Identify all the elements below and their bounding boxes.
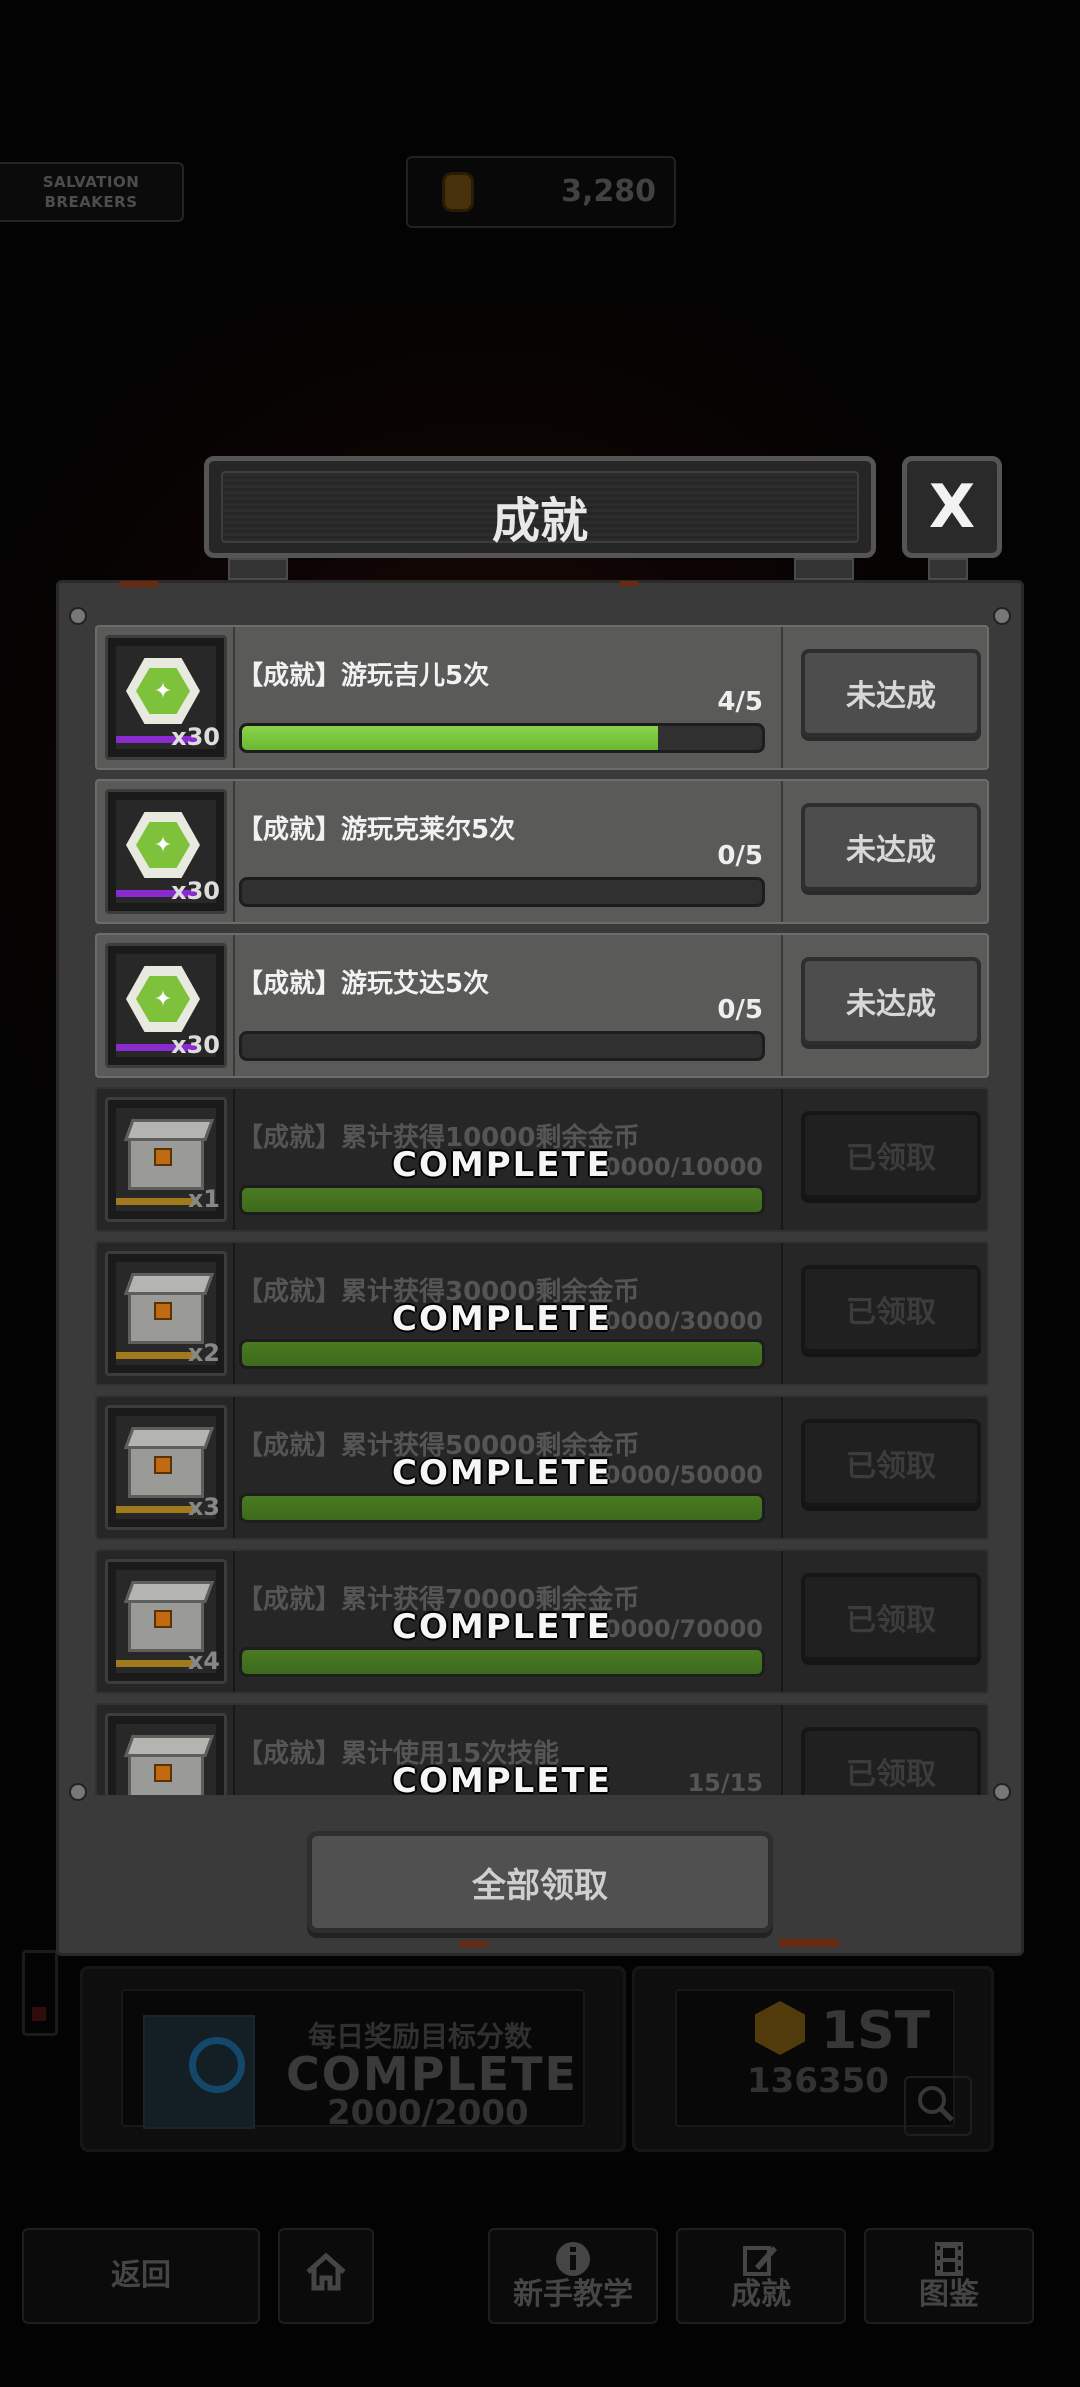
hinge [928, 558, 968, 580]
complete-overlay: COMPLETE [392, 1299, 612, 1339]
progress-fill [242, 1188, 762, 1212]
reward-icon-box: x1 [105, 1097, 227, 1222]
reward-icon-box: x3 [105, 1405, 227, 1530]
progress-bar [239, 1031, 765, 1061]
reward-icon-box: ✦ x30 [105, 635, 227, 760]
achievement-row: ✦ x30 【成就】游玩艾达5次 0/5 未达成 [95, 933, 989, 1078]
progress-fill [242, 1496, 762, 1520]
reward-quantity: x3 [187, 1493, 220, 1521]
progress-text: 0/5 [717, 995, 763, 1025]
claimed-button[interactable]: 已领取 [801, 1573, 981, 1661]
not-achieved-button[interactable]: 未达成 [801, 957, 981, 1045]
hinge [228, 558, 288, 580]
achievement-row: x1 【成就】累计获得10000剩余金币 10000/10000 COMPLETE 已领… [95, 1087, 989, 1232]
progress-bar [239, 1185, 765, 1215]
achievements-panel: ✦ x30 【成就】游玩吉儿5次 4/5 未达成 ✦ x30 【成就】游玩克莱尔5次 0/5 未达… [56, 580, 1024, 1956]
hinge [794, 558, 854, 580]
screw [69, 607, 87, 625]
screw [993, 1783, 1011, 1801]
progress-fill [242, 1650, 762, 1674]
reward-quantity: x1 [187, 1185, 220, 1213]
not-achieved-button[interactable]: 未达成 [801, 803, 981, 891]
complete-overlay: COMPLETE [392, 1607, 612, 1647]
progress-bar [239, 1339, 765, 1369]
screw [69, 1783, 87, 1801]
progress-bar [239, 723, 765, 753]
progress-fill [242, 1342, 762, 1366]
achievement-row: x4 【成就】累计获得70000剩余金币 70000/70000 COMPLETE 已领… [95, 1549, 989, 1694]
claim-all-button[interactable]: 全部领取 [307, 1831, 773, 1933]
dialog-title-plate: 成就 [204, 456, 876, 558]
progress-bar [239, 1493, 765, 1523]
close-button[interactable]: X [902, 456, 1002, 558]
progress-text: 4/5 [717, 687, 763, 717]
achievement-title: 【成就】游玩克莱尔5次 [237, 815, 516, 845]
achievement-list[interactable]: ✦ x30 【成就】游玩吉儿5次 4/5 未达成 ✦ x30 【成就】游玩克莱尔5次 0/5 未达… [95, 625, 989, 1795]
achievement-title: 【成就】游玩吉儿5次 [237, 661, 490, 691]
achievement-row: 【成就】累计使用15次技能 15/15 COMPLETE 已领取 [95, 1703, 989, 1795]
reward-quantity: x2 [187, 1339, 220, 1367]
complete-overlay: COMPLETE [392, 1761, 612, 1795]
progress-bar [239, 877, 765, 907]
screw [993, 607, 1011, 625]
reward-icon-box: ✦ x30 [105, 943, 227, 1068]
reward-icon-box: x4 [105, 1559, 227, 1684]
reward-quantity: x30 [171, 723, 220, 751]
claimed-button[interactable]: 已领取 [801, 1419, 981, 1507]
reward-icon-box: x2 [105, 1251, 227, 1376]
achievement-title: 【成就】游玩艾达5次 [237, 969, 490, 999]
progress-bar [239, 1647, 765, 1677]
reward-quantity: x4 [187, 1647, 220, 1675]
achievement-row: x3 【成就】累计获得50000剩余金币 50000/50000 COMPLETE 已领… [95, 1395, 989, 1540]
not-achieved-button[interactable]: 未达成 [801, 649, 981, 737]
claimed-button[interactable]: 已领取 [801, 1265, 981, 1353]
achievement-row: ✦ x30 【成就】游玩吉儿5次 4/5 未达成 [95, 625, 989, 770]
reward-quantity: x30 [171, 877, 220, 905]
dialog-title: 成就 [491, 493, 588, 549]
progress-text: 0/5 [717, 841, 763, 871]
reward-quantity: x30 [171, 1031, 220, 1059]
reward-icon-box [105, 1713, 227, 1795]
reward-icon-box: ✦ x30 [105, 789, 227, 914]
achievement-row: ✦ x30 【成就】游玩克莱尔5次 0/5 未达成 [95, 779, 989, 924]
complete-overlay: COMPLETE [392, 1453, 612, 1493]
claimed-button[interactable]: 已领取 [801, 1111, 981, 1199]
complete-overlay: COMPLETE [392, 1145, 612, 1185]
achievement-row: x2 【成就】累计获得30000剩余金币 30000/30000 COMPLETE 已领… [95, 1241, 989, 1386]
progress-fill [242, 726, 658, 750]
claimed-button[interactable]: 已领取 [801, 1727, 981, 1795]
